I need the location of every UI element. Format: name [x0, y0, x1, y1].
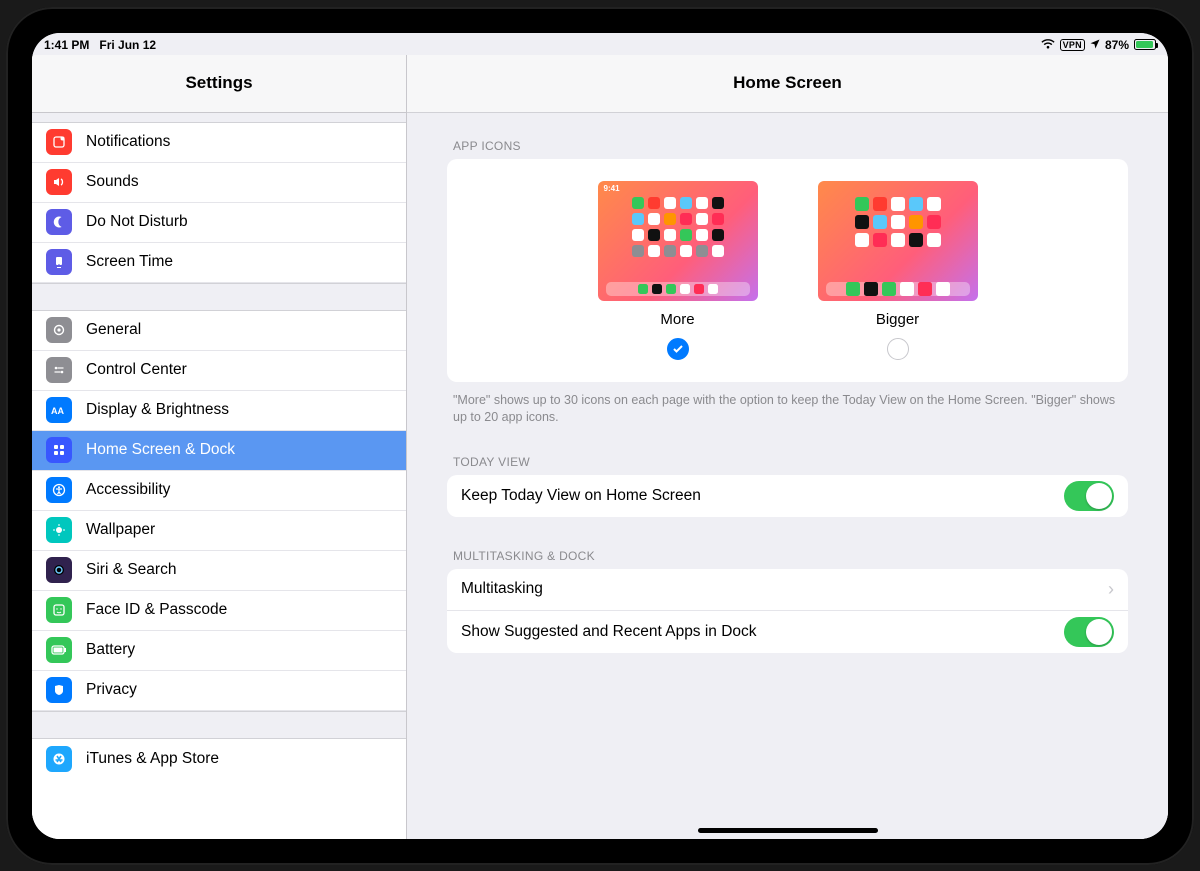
sidebar-item-do-not-disturb[interactable]: Do Not Disturb — [32, 203, 406, 243]
control-center-icon — [46, 357, 72, 383]
notifications-icon — [46, 129, 72, 155]
row-multitasking[interactable]: Multitasking › — [447, 569, 1128, 611]
sidebar-item-faceid[interactable]: Face ID & Passcode — [32, 591, 406, 631]
radio-bigger[interactable] — [887, 338, 909, 360]
do-not-disturb-icon — [46, 209, 72, 235]
home-screen-dock-icon — [46, 437, 72, 463]
home-indicator[interactable] — [698, 828, 878, 833]
sidebar-item-privacy[interactable]: Privacy — [32, 671, 406, 711]
sidebar-list[interactable]: Notifications Sounds Do Not Disturb Screen … — [32, 113, 406, 839]
sidebar-item-label: Accessibility — [86, 481, 170, 499]
today-view-panel: Keep Today View on Home Screen — [447, 475, 1128, 517]
chevron-right-icon: › — [1108, 579, 1114, 600]
app-icon-option-label: More — [660, 311, 694, 328]
app-icon-option-bigger[interactable]: Bigger — [818, 181, 978, 360]
wallpaper-icon — [46, 517, 72, 543]
toggle-suggested-apps[interactable] — [1064, 617, 1114, 647]
general-icon — [46, 317, 72, 343]
sounds-icon — [46, 169, 72, 195]
app-icon-thumbnail-bigger — [818, 181, 978, 301]
app-icons-panel: 9:41 More Bigger — [447, 159, 1128, 382]
accessibility-icon — [46, 477, 72, 503]
privacy-icon — [46, 677, 72, 703]
sidebar-item-home-screen-dock[interactable]: Home Screen & Dock — [32, 431, 406, 471]
battery-icon — [46, 637, 72, 663]
sidebar-item-label: Notifications — [86, 133, 170, 151]
sidebar-item-label: Privacy — [86, 681, 137, 699]
app-icons-help: "More" shows up to 30 icons on each page… — [447, 382, 1128, 433]
section-gap — [32, 283, 406, 311]
section-gap — [32, 113, 406, 123]
display-icon: AA — [46, 397, 72, 423]
sidebar-item-label: Wallpaper — [86, 521, 155, 539]
detail-panel: Home Screen APP ICONS 9:41 More Bigger "Mo… — [407, 55, 1168, 839]
wifi-icon — [1041, 38, 1055, 52]
sidebar-item-wallpaper[interactable]: Wallpaper — [32, 511, 406, 551]
section-header-multitasking: MULTITASKING & DOCK — [447, 541, 1128, 569]
status-bar: 1:41 PM Fri Jun 12 VPN 87% — [32, 33, 1168, 55]
svg-text:AA: AA — [51, 406, 64, 415]
toggle-keep-today-view[interactable] — [1064, 481, 1114, 511]
sidebar-item-siri[interactable]: Siri & Search — [32, 551, 406, 591]
section-header-today-view: TODAY VIEW — [447, 447, 1128, 475]
sidebar-item-label: Battery — [86, 641, 135, 659]
battery-icon — [1134, 39, 1156, 50]
row-label: Show Suggested and Recent Apps in Dock — [461, 623, 757, 641]
sidebar-item-display[interactable]: AA Display & Brightness — [32, 391, 406, 431]
appstore-icon — [46, 746, 72, 772]
sidebar-item-label: Sounds — [86, 173, 139, 191]
multitasking-panel: Multitasking › Show Suggested and Recent A… — [447, 569, 1128, 653]
split-view: Settings Notifications Sounds Do Not Distu… — [32, 55, 1168, 839]
section-gap — [32, 711, 406, 739]
sidebar-item-label: Siri & Search — [86, 561, 176, 579]
location-icon — [1090, 38, 1100, 52]
sidebar-item-label: Display & Brightness — [86, 401, 229, 419]
app-icon-thumbnail-more: 9:41 — [598, 181, 758, 301]
faceid-icon — [46, 597, 72, 623]
app-icon-option-label: Bigger — [876, 311, 919, 328]
radio-more[interactable] — [667, 338, 689, 360]
row-suggested-apps[interactable]: Show Suggested and Recent Apps in Dock — [447, 611, 1128, 653]
sidebar-item-control-center[interactable]: Control Center — [32, 351, 406, 391]
status-date: Fri Jun 12 — [99, 38, 156, 52]
sidebar-item-accessibility[interactable]: Accessibility — [32, 471, 406, 511]
device-frame: 1:41 PM Fri Jun 12 VPN 87% Settings Noti… — [6, 7, 1194, 865]
sidebar-item-battery[interactable]: Battery — [32, 631, 406, 671]
sidebar-item-sounds[interactable]: Sounds — [32, 163, 406, 203]
sidebar-item-notifications[interactable]: Notifications — [32, 123, 406, 163]
screen-time-icon — [46, 249, 72, 275]
row-keep-today-view[interactable]: Keep Today View on Home Screen — [447, 475, 1128, 517]
detail-title: Home Screen — [407, 55, 1168, 113]
section-header-app-icons: APP ICONS — [447, 131, 1128, 159]
sidebar-item-label: Screen Time — [86, 253, 173, 271]
sidebar-item-screen-time[interactable]: Screen Time — [32, 243, 406, 283]
status-time: 1:41 PM — [44, 38, 89, 52]
sidebar-item-label: General — [86, 321, 141, 339]
row-label: Keep Today View on Home Screen — [461, 487, 701, 505]
vpn-badge: VPN — [1060, 39, 1085, 51]
sidebar-title: Settings — [32, 55, 406, 113]
sidebar-item-label: iTunes & App Store — [86, 750, 219, 768]
sidebar-item-label: Home Screen & Dock — [86, 441, 235, 459]
row-label: Multitasking — [461, 580, 543, 598]
siri-icon — [46, 557, 72, 583]
battery-pct: 87% — [1105, 38, 1129, 52]
app-icon-option-more[interactable]: 9:41 More — [598, 181, 758, 360]
sidebar-item-label: Control Center — [86, 361, 187, 379]
sidebar-item-general[interactable]: General — [32, 311, 406, 351]
sidebar: Settings Notifications Sounds Do Not Distu… — [32, 55, 407, 839]
screen: 1:41 PM Fri Jun 12 VPN 87% Settings Noti… — [32, 33, 1168, 839]
sidebar-item-label: Face ID & Passcode — [86, 601, 227, 619]
sidebar-item-label: Do Not Disturb — [86, 213, 188, 231]
sidebar-item-appstore[interactable]: iTunes & App Store — [32, 739, 406, 779]
